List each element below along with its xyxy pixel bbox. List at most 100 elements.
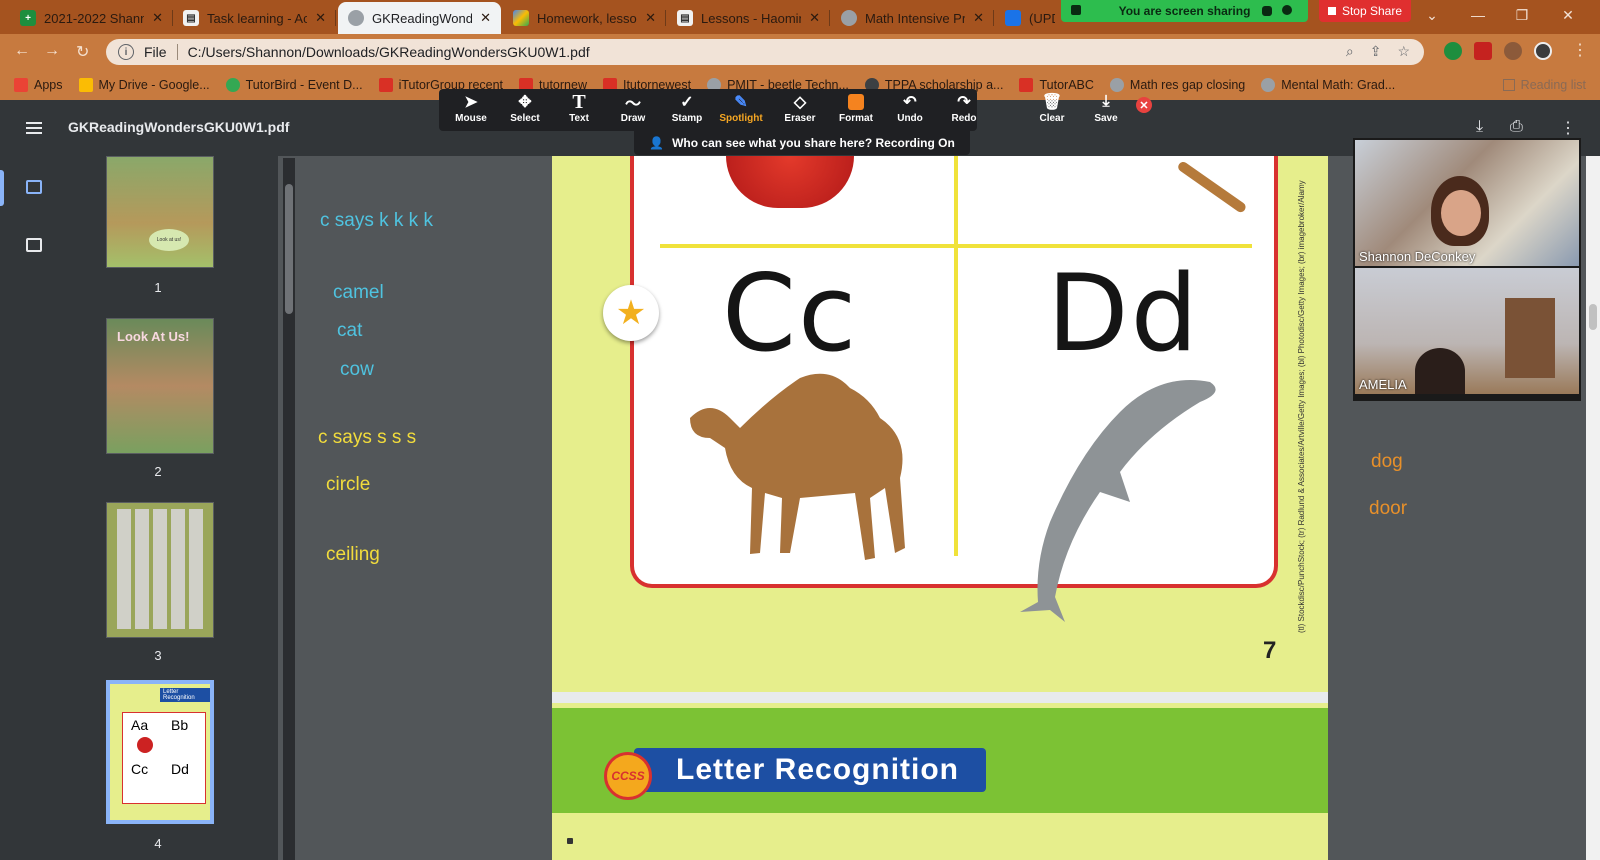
extension-icon[interactable] xyxy=(1444,42,1462,60)
thumbnail-page-4[interactable]: Letter Recognition Aa Bb Cc Dd xyxy=(106,680,214,824)
selection-indicator xyxy=(0,170,4,206)
download-icon[interactable]: ⤓ xyxy=(1476,118,1483,136)
tab-search-icon[interactable]: ⌄ xyxy=(1410,0,1454,30)
bookmark-my-drive[interactable]: My Drive - Google... xyxy=(78,78,210,92)
outline-icon[interactable] xyxy=(26,238,42,252)
annotation-ceiling: ceiling xyxy=(326,544,380,565)
bookmark-tutorabc[interactable]: TutorABC xyxy=(1019,78,1094,92)
camel-image xyxy=(690,373,905,560)
bird-icon xyxy=(225,78,240,92)
minimize-button[interactable]: — xyxy=(1456,0,1500,30)
recording-banner[interactable]: 👤 Who can see what you share here? Recor… xyxy=(634,131,970,155)
restore-button[interactable]: ❐ xyxy=(1500,0,1544,30)
stop-share-button[interactable]: Stop Share xyxy=(1319,0,1411,22)
sidebar-rail xyxy=(0,156,68,860)
reading-list-button[interactable]: Reading list xyxy=(1502,78,1586,92)
ublock-icon[interactable] xyxy=(1474,42,1492,60)
tab-math-intensive[interactable]: Math Intensive Pra ✕ xyxy=(831,2,994,34)
thumb-4-caption: Letter Recognition xyxy=(160,688,210,702)
letter-grid xyxy=(115,509,207,629)
tool-mouse[interactable]: ➤ Mouse xyxy=(444,91,498,129)
zoom-icon[interactable]: ⌕ xyxy=(1346,43,1354,60)
tool-stamp[interactable]: ✓ Stamp xyxy=(660,91,714,129)
reload-icon[interactable]: ↻ xyxy=(76,42,89,62)
menu-dots-icon[interactable]: ⋮ xyxy=(1572,40,1588,60)
video-panel[interactable]: Shannon DeConkey AMELIA xyxy=(1353,138,1581,401)
chair-shape xyxy=(1505,298,1555,378)
tool-eraser[interactable]: ◇ Eraser xyxy=(773,91,827,129)
face-shape xyxy=(1441,190,1481,236)
reading-list-icon xyxy=(1502,79,1515,91)
puzzle-icon[interactable] xyxy=(1504,42,1522,60)
thumb-letter-aa: Aa xyxy=(131,717,149,733)
close-window-button[interactable]: ✕ xyxy=(1546,0,1590,30)
globe-icon xyxy=(1261,78,1276,92)
bookmark-star-icon[interactable]: ☆ xyxy=(1397,43,1410,60)
tab-task-learning[interactable]: ▤ Task learning - Aca ✕ xyxy=(173,2,336,34)
drive-icon xyxy=(78,78,93,92)
bookmark-tutorbird[interactable]: TutorBird - Event D... xyxy=(225,78,363,92)
back-arrow-icon[interactable]: ← xyxy=(14,42,30,60)
tool-format[interactable]: Format xyxy=(829,91,883,129)
cursor-icon: ➤ xyxy=(464,94,478,111)
page-number: 7 xyxy=(1263,637,1277,664)
tab-lessons[interactable]: ▤ Lessons - Haoming ✕ xyxy=(667,2,830,34)
close-annotation-icon[interactable]: ✕ xyxy=(1136,97,1152,113)
close-icon[interactable]: ✕ xyxy=(973,10,984,26)
close-icon[interactable]: ✕ xyxy=(809,10,820,26)
print-icon[interactable]: ⎙ xyxy=(1510,118,1523,136)
tool-spotlight[interactable]: ✎ Spotlight xyxy=(714,91,768,129)
video-tile-teacher[interactable]: Shannon DeConkey xyxy=(1355,140,1579,266)
close-icon[interactable]: ✕ xyxy=(480,10,491,26)
eraser-icon: ◇ xyxy=(793,94,807,111)
apps-grid-icon xyxy=(14,78,28,92)
forward-arrow-icon[interactable]: → xyxy=(44,42,60,60)
tab-homework[interactable]: Homework, lesson ✕ xyxy=(503,2,666,34)
thumbnail-page-3[interactable] xyxy=(106,502,214,638)
tool-draw[interactable]: 〜 Draw xyxy=(606,91,660,129)
bookmark-apps[interactable]: Apps xyxy=(14,78,63,92)
video-tile-student[interactable]: AMELIA xyxy=(1355,268,1579,394)
tool-select[interactable]: ✥ Select xyxy=(498,91,552,129)
tool-clear[interactable]: 🗑 Clear xyxy=(1025,91,1079,129)
scroll-thumb[interactable] xyxy=(285,184,293,314)
screen-sharing-banner[interactable]: You are screen sharing xyxy=(1061,0,1308,22)
more-icon[interactable]: ⋮ xyxy=(1560,118,1576,138)
info-icon[interactable]: i xyxy=(118,44,134,60)
bookmark-mental-math[interactable]: Mental Math: Grad... xyxy=(1261,78,1395,92)
tab-gkreading[interactable]: GKReadingWonde ✕ xyxy=(338,2,501,34)
redo-icon: ↷ xyxy=(957,94,971,111)
tool-undo[interactable]: ↶ Undo xyxy=(883,91,937,129)
address-bar[interactable]: i File C:/Users/Shannon/Downloads/GKRead… xyxy=(106,39,1424,65)
thumbnail-page-2[interactable]: Look At Us! xyxy=(106,318,214,454)
tool-redo[interactable]: ↷ Redo xyxy=(937,91,991,129)
page-scrollbar[interactable] xyxy=(1586,156,1600,860)
squiggle-icon: 〜 xyxy=(624,96,641,113)
thumbnail-page-1[interactable]: Look at us! xyxy=(106,156,214,268)
url-text[interactable]: C:/Users/Shannon/Downloads/GKReadingWond… xyxy=(188,44,590,60)
apple-icon xyxy=(137,737,153,753)
bookmark-math-res[interactable]: Math res gap closing xyxy=(1109,78,1245,92)
document-icon: ▤ xyxy=(183,10,199,26)
menu-icon[interactable] xyxy=(26,122,42,134)
tab-spreadsheet[interactable]: + 2021-2022 Shannon ✕ xyxy=(10,2,173,34)
thumbnail-scrollbar[interactable] xyxy=(283,158,295,860)
speaker-icon[interactable] xyxy=(567,838,573,844)
scroll-thumb[interactable] xyxy=(1589,304,1597,330)
tab-upd[interactable]: (UPD xyxy=(995,2,1065,34)
avatar[interactable] xyxy=(1534,42,1552,60)
star-icon[interactable]: ★ xyxy=(603,285,659,341)
itutor-icon xyxy=(1019,78,1034,92)
sheets-icon: + xyxy=(20,10,36,26)
close-icon[interactable]: ✕ xyxy=(315,10,326,26)
close-icon[interactable]: ✕ xyxy=(645,10,656,26)
annotation-camel: camel xyxy=(333,282,384,303)
thumbnails-icon[interactable] xyxy=(26,180,42,194)
text-icon: T xyxy=(572,90,586,113)
thumbnail-panel: Look at us! 1 Look At Us! 2 3 Letter Rec… xyxy=(68,156,278,860)
tool-text[interactable]: T Text xyxy=(552,91,606,129)
participant-name: AMELIA xyxy=(1359,377,1407,392)
close-icon[interactable]: ✕ xyxy=(152,10,163,26)
share-icon[interactable]: ⇪ xyxy=(1370,43,1382,60)
tool-save[interactable]: ⤓ Save xyxy=(1079,91,1133,129)
